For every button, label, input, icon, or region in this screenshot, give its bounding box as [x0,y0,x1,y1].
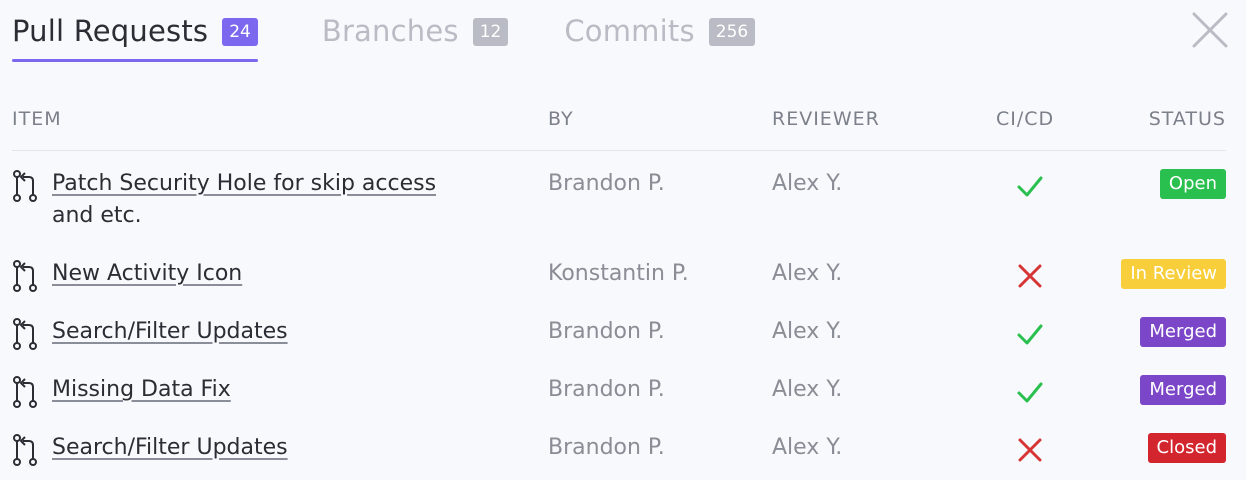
status-badge: In Review [1121,259,1226,289]
tab-commits[interactable]: Commits 256 [564,0,756,62]
tab-bar: Pull Requests 24 Branches 12 Commits 256 [12,0,811,62]
x-icon [1016,262,1044,290]
check-icon [1016,320,1044,348]
pr-title-link[interactable]: Missing Data Fix [52,374,492,406]
count-badge: 12 [472,18,509,46]
author-name: Brandon P. [548,319,665,344]
column-header-by[interactable]: BY [548,108,574,130]
pr-title-link[interactable]: New Activity Icon [52,258,492,290]
author-name: Brandon P. [548,377,665,402]
reviewer-name: Alex Y. [772,171,843,196]
count-badge: 256 [708,18,756,46]
tab-pull-requests[interactable]: Pull Requests 24 [12,0,258,62]
pr-title-link[interactable]: Search/Filter Updates [52,432,492,464]
pr-title-cont: and etc. [52,203,142,228]
pr-title: New Activity Icon [52,261,243,286]
pr-title: Missing Data Fix [52,377,231,402]
pull-request-icon [12,318,38,350]
x-icon [1016,436,1044,464]
pr-title-link[interactable]: Search/Filter Updates [52,316,492,348]
pull-request-icon [12,260,38,292]
status-badge: Merged [1140,317,1226,347]
status-badge: Merged [1140,375,1226,405]
pr-title: Search/Filter Updates [52,435,288,460]
column-header-reviewer[interactable]: REVIEWER [772,108,880,130]
reviewer-name: Alex Y. [772,435,843,460]
pull-request-icon [12,434,38,466]
check-icon [1016,378,1044,406]
pr-title: Patch Security Hole for skip access [52,171,437,196]
check-icon [1016,172,1044,200]
tab-label: Commits [564,14,695,48]
reviewer-name: Alex Y. [772,261,843,286]
status-badge: Closed [1147,433,1226,463]
tab-label: Pull Requests [12,14,209,48]
reviewer-name: Alex Y. [772,377,843,402]
column-header-item[interactable]: ITEM [12,108,62,130]
table-header: ITEM BY REVIEWER CI/CD STATUS [12,104,1226,151]
author-name: Brandon P. [548,171,665,196]
pull-request-icon [12,376,38,408]
tab-label: Branches [321,14,459,48]
pr-title-link[interactable]: Patch Security Hole for skip access and e… [52,168,492,232]
tab-branches[interactable]: Branches 12 [321,0,509,62]
close-icon [1192,12,1228,48]
pull-request-icon [12,170,38,202]
author-name: Brandon P. [548,435,665,460]
column-header-status[interactable]: STATUS [1149,108,1226,130]
count-badge: 24 [222,18,258,46]
close-button[interactable] [1190,10,1230,50]
pr-title: Search/Filter Updates [52,319,288,344]
column-header-cicd[interactable]: CI/CD [996,108,1054,130]
author-name: Konstantin P. [548,261,689,286]
reviewer-name: Alex Y. [772,319,843,344]
status-badge: Open [1159,169,1226,199]
